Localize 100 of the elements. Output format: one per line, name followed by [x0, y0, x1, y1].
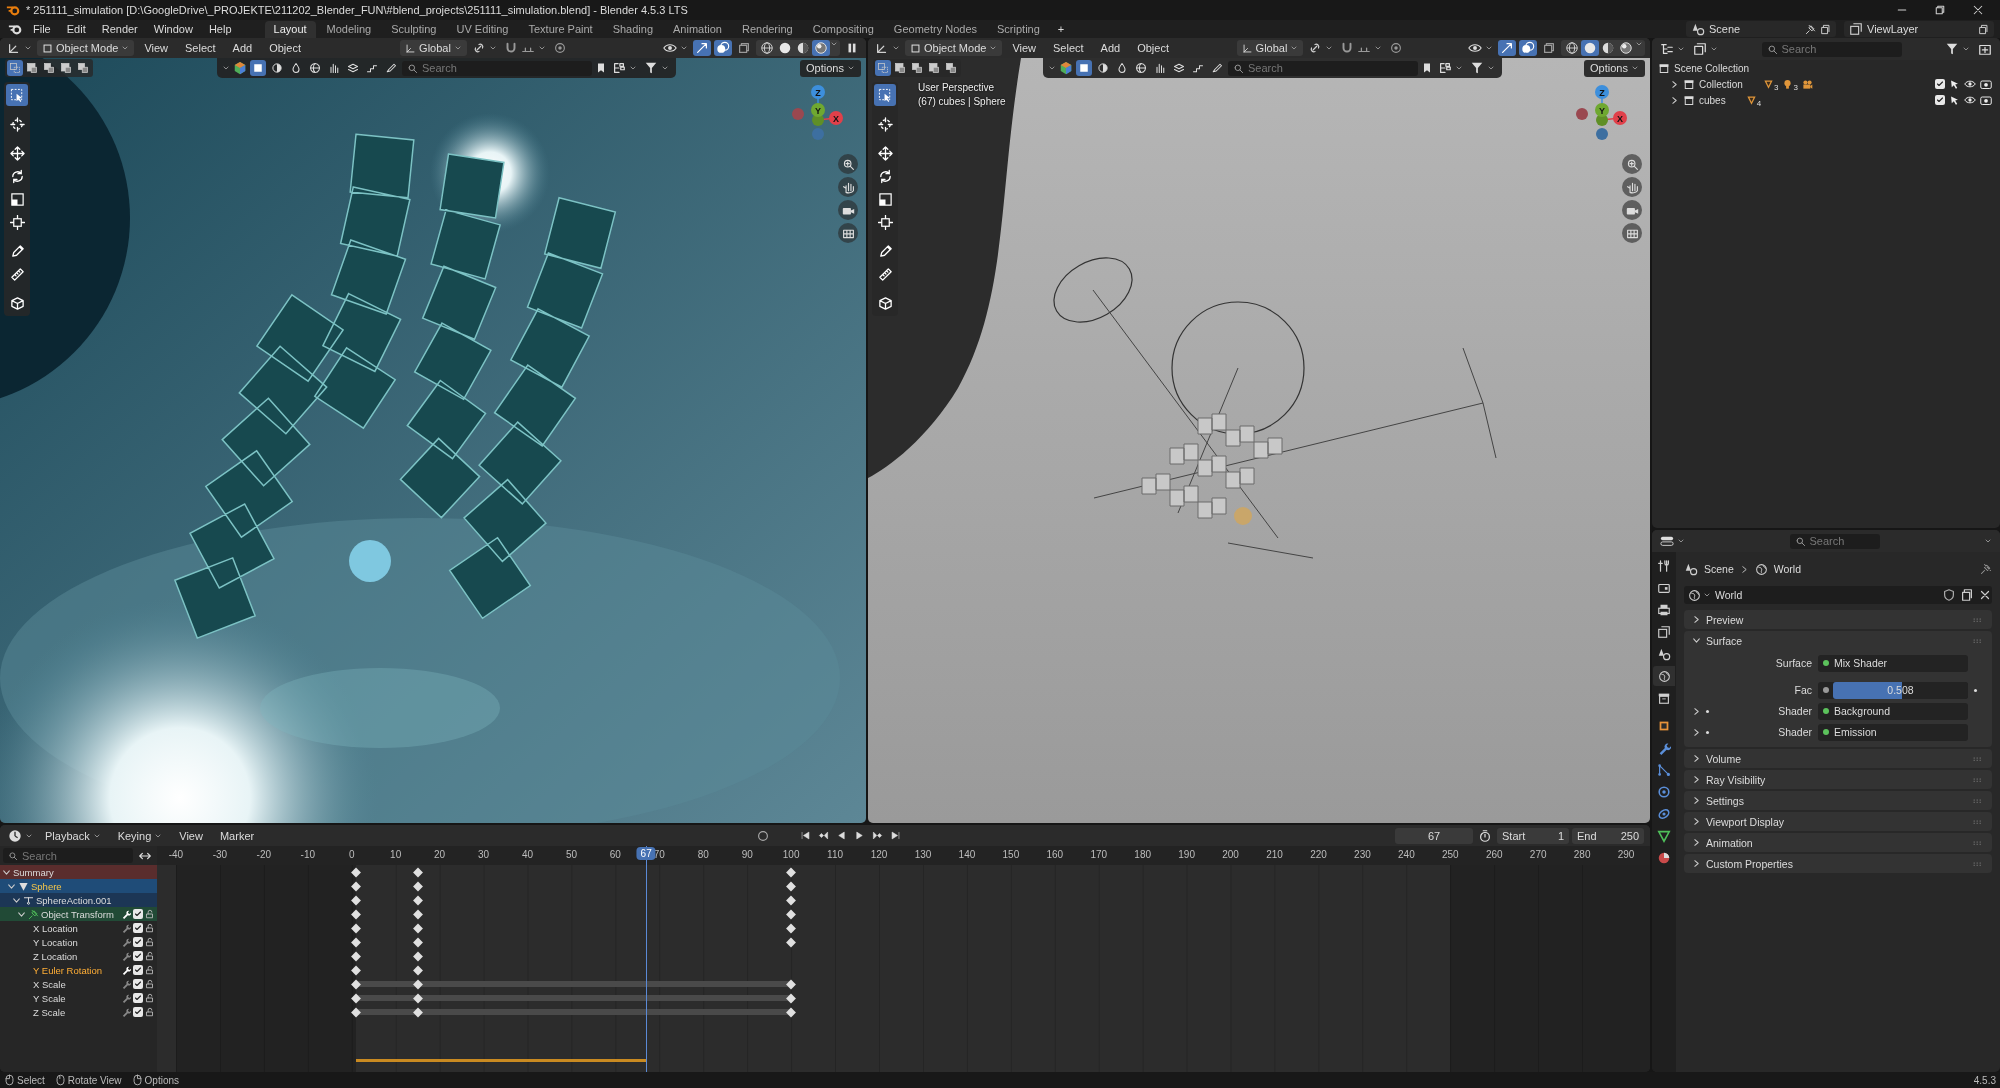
- menu-item[interactable]: Playback: [38, 827, 108, 844]
- end-frame-field[interactable]: End 250: [1572, 827, 1644, 844]
- workspace-tab[interactable]: Layout: [264, 20, 316, 38]
- menu-item[interactable]: View: [172, 827, 210, 844]
- panel-header[interactable]: Surface: [1684, 631, 1992, 650]
- menu-item[interactable]: Add: [225, 40, 260, 56]
- menu-item[interactable]: Select: [1046, 40, 1091, 56]
- workspace-tab[interactable]: Compositing: [803, 20, 883, 38]
- channel-name: Y Location: [33, 936, 79, 948]
- status-hint: Select: [17, 1074, 45, 1086]
- panel-header[interactable]: Custom Properties: [1684, 854, 1992, 873]
- frame-number: 290: [1617, 849, 1635, 860]
- channel-name: Z Location: [33, 950, 79, 962]
- channel-name: Object Transform: [41, 908, 115, 920]
- field-label: Shader: [1777, 705, 1812, 717]
- viewport-info-text: (67) cubes | Sphere: [918, 96, 1006, 107]
- shader-selector[interactable]: Background: [1818, 702, 1968, 720]
- workspace-tab[interactable]: Texture Paint: [519, 20, 602, 38]
- menu-item[interactable]: Select: [178, 40, 223, 56]
- channel-name: Summary: [13, 866, 55, 878]
- menu-item[interactable]: Window: [146, 21, 200, 37]
- shader-selector[interactable]: Emission: [1818, 723, 1968, 741]
- frame-number: 20: [434, 849, 446, 860]
- mode-dropdown[interactable]: Object Mode: [905, 40, 1003, 56]
- breadcrumb-item: Scene: [1704, 563, 1734, 575]
- workspace-tab[interactable]: Modeling: [317, 20, 381, 38]
- channel-name: X Scale: [33, 978, 67, 990]
- frame-number: 170: [1090, 849, 1108, 860]
- current-frame-field[interactable]: 67: [1395, 827, 1473, 844]
- panel-header[interactable]: Animation: [1684, 833, 1992, 852]
- menu-item[interactable]: View: [137, 40, 176, 56]
- add-workspace-button[interactable]: +: [1050, 21, 1072, 37]
- playhead-frame[interactable]: 67: [636, 847, 656, 860]
- channel-row[interactable]: SphereAction.001: [0, 893, 157, 907]
- search-field[interactable]: Search: [1789, 533, 1880, 549]
- channel-row[interactable]: Object Transform: [0, 907, 157, 921]
- workspace-tab[interactable]: Scripting: [988, 20, 1049, 38]
- search-field[interactable]: Search: [402, 60, 593, 76]
- menu-item[interactable]: File: [26, 21, 58, 37]
- panel-header[interactable]: Viewport Display: [1684, 812, 1992, 831]
- frame-number: 150: [1002, 849, 1020, 860]
- view-layer-selector[interactable]: ViewLayer: [1844, 21, 1994, 37]
- panel-header[interactable]: Preview: [1684, 610, 1992, 629]
- frame-number: 120: [870, 849, 888, 860]
- axis-label: Z: [1599, 87, 1605, 98]
- navigation-gizmo[interactable]: Z Y X: [1568, 80, 1638, 142]
- channel-row[interactable]: X Location: [0, 921, 157, 935]
- menu-item[interactable]: Keying: [110, 827, 170, 844]
- menu-item[interactable]: Edit: [59, 21, 93, 37]
- menu-item[interactable]: Marker: [212, 827, 262, 844]
- collection-name[interactable]: Scene Collection: [1674, 62, 1750, 74]
- panel-header[interactable]: Volume: [1684, 749, 1992, 768]
- menu-item[interactable]: Object: [262, 40, 308, 56]
- panel-title: Surface: [1706, 634, 1743, 647]
- channel-row[interactable]: Z Scale: [0, 1005, 157, 1019]
- frame-number: 250: [1441, 849, 1459, 860]
- menu-item[interactable]: Add: [1093, 40, 1128, 56]
- shader-selector[interactable]: Mix Shader: [1818, 654, 1968, 672]
- search-field[interactable]: Search: [3, 848, 133, 863]
- field-label: End: [1577, 829, 1597, 842]
- channel-name: Y Scale: [33, 992, 67, 1004]
- channel-row[interactable]: Z Location: [0, 949, 157, 963]
- channel-row[interactable]: Y Location: [0, 935, 157, 949]
- menu-item[interactable]: View: [1005, 40, 1044, 56]
- frame-number: 230: [1354, 849, 1371, 860]
- channel-row[interactable]: Y Scale: [0, 991, 157, 1005]
- workspace-tab[interactable]: Rendering: [732, 20, 802, 38]
- workspace-tab[interactable]: Geometry Nodes: [884, 20, 986, 38]
- search-field[interactable]: Search: [1761, 41, 1902, 57]
- channel-row[interactable]: X Scale: [0, 977, 157, 991]
- frame-number: -40: [168, 849, 184, 860]
- navigation-gizmo[interactable]: Z Y X: [784, 80, 854, 142]
- mode-dropdown[interactable]: Object Mode: [37, 40, 135, 56]
- frame-number: 260: [1485, 849, 1503, 860]
- scene-selector[interactable]: Scene: [1686, 21, 1836, 37]
- collection-name[interactable]: cubes: [1699, 94, 1726, 106]
- workspace-tab[interactable]: Shading: [603, 20, 663, 38]
- panel-header[interactable]: Ray Visibility: [1684, 770, 1992, 789]
- channel-row[interactable]: Y Euler Rotation: [0, 963, 157, 977]
- channel-row[interactable]: Sphere: [0, 879, 157, 893]
- channel-name: SphereAction.001: [36, 894, 113, 906]
- field-label: Surface: [1774, 657, 1812, 669]
- channel-row[interactable]: Summary: [0, 865, 157, 879]
- object-count: 3: [1793, 83, 1798, 92]
- menu-item[interactable]: Help: [201, 21, 239, 37]
- menu-item[interactable]: Render: [94, 21, 145, 37]
- panel-header[interactable]: Settings: [1684, 791, 1992, 810]
- collection-name[interactable]: Collection: [1699, 78, 1743, 90]
- workspace-tab[interactable]: Animation: [664, 20, 731, 38]
- orientation-dropdown[interactable]: Global: [1236, 40, 1304, 56]
- orientation-dropdown[interactable]: Global: [400, 40, 467, 56]
- start-frame-field[interactable]: Start 1: [1497, 827, 1569, 844]
- workspace-tab[interactable]: Sculpting: [382, 20, 446, 38]
- panel-title: Ray Visibility: [1706, 773, 1766, 786]
- world-selector[interactable]: World: [1684, 586, 1992, 604]
- panel-title: Custom Properties: [1706, 857, 1793, 870]
- search-field[interactable]: Search: [1228, 60, 1419, 76]
- workspace-tab[interactable]: UV Editing: [447, 20, 518, 38]
- frame-number: 100: [782, 849, 800, 860]
- menu-item[interactable]: Object: [1130, 40, 1176, 56]
